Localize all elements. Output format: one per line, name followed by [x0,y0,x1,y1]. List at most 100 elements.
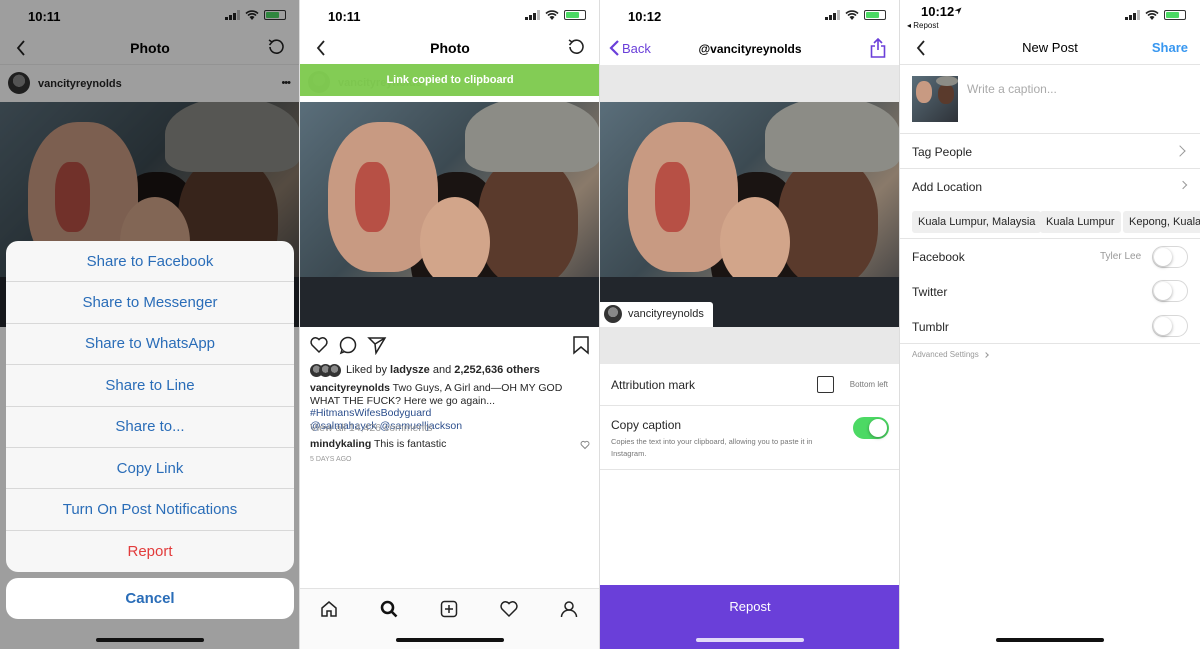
profile-icon[interactable] [559,599,579,619]
attribution-position[interactable]: Bottom left [850,380,888,389]
post-notifications-button[interactable]: Turn On Post Notifications [6,489,294,531]
panel-share-sheet: 10:11 Photo vancityreynolds ••• Share to… [0,0,300,649]
add-location-label[interactable]: Add Location [912,180,982,194]
bookmark-icon[interactable] [572,335,590,355]
like-heart-icon[interactable] [309,335,329,355]
attribution-row: Attribution mark Bottom left [600,364,900,406]
facebook-label: Facebook [912,250,965,264]
chevron-right-icon [1174,145,1186,157]
hashtag-link[interactable]: #HitmansWifesBodyguard [310,407,431,419]
share-to-button[interactable]: Share to... [6,407,294,448]
copy-caption-toggle[interactable] [853,417,889,439]
comment-icon[interactable] [338,335,358,355]
copy-caption-description: Copies the text into your clipboard, all… [611,437,813,458]
facebook-toggle[interactable] [1152,246,1188,268]
likes-line: Liked by ladysze and 2,252,636 others [346,364,540,376]
home-indicator[interactable] [396,638,504,642]
repost-preview-photo [600,102,900,327]
liker-username[interactable]: ladysze [390,364,430,376]
panel-repost-options: 10:12 Back @vancityreynolds vancityreyno… [600,0,900,649]
advanced-settings-label: Advanced Settings [912,350,979,359]
tumblr-toggle[interactable] [1152,315,1188,337]
home-indicator[interactable] [696,638,804,642]
post-photo[interactable] [300,102,600,327]
location-arrow-icon [954,7,962,15]
status-time: 10:12 [921,4,955,19]
wifi-icon [845,10,859,20]
share-targets: Facebook Tyler Lee Twitter Tumblr [900,239,1200,344]
share-facebook-button[interactable]: Share to Facebook [6,241,294,283]
chevron-right-icon [982,351,989,358]
wifi-icon [545,10,559,20]
copy-caption-row: Copy caption Copies the text into your c… [600,406,900,470]
cancel-button[interactable]: Cancel [6,578,294,619]
share-messenger-button[interactable]: Share to Messenger [6,282,294,324]
panel-post-view: 10:11 Photo vancityreynolds Link copied … [300,0,600,649]
attribution-mark: vancityreynolds [600,302,713,327]
attribution-username: vancityreynolds [628,308,704,320]
activity-heart-icon[interactable] [499,599,519,619]
copy-caption-label: Copy caption [611,418,682,432]
comment-line: mindykaling This is fantastic [310,438,447,450]
view-comments-link[interactable]: View all 14,426 comments [310,422,432,434]
status-time: 10:12 [628,9,662,24]
back-to-app[interactable]: ◂ Repost [907,21,939,30]
advanced-settings-link[interactable]: Advanced Settings [912,350,989,359]
liker-avatars [310,364,341,377]
signal-icon [825,10,840,20]
tumblr-label: Tumblr [912,320,949,334]
twitter-toggle[interactable] [1152,280,1188,302]
nav-bar: Photo [300,34,600,64]
share-whatsapp-button[interactable]: Share to WhatsApp [6,324,294,366]
add-post-icon[interactable] [439,599,459,619]
location-chip[interactable]: Kuala Lumpur, Malaysia [912,211,1042,233]
status-bar: 10:11 [300,0,600,34]
signal-icon [525,10,540,20]
comment-username[interactable]: mindykaling [310,438,371,450]
report-button[interactable]: Report [6,531,294,572]
chevron-right-icon [1178,180,1188,190]
panel-divider [299,0,300,649]
location-chip[interactable]: Kuala Lumpur [1040,211,1121,233]
battery-icon [1164,10,1186,20]
tag-people-label: Tag People [912,145,973,159]
home-indicator[interactable] [996,638,1104,642]
photo-top-pad [600,65,900,102]
post-thumbnail [912,76,958,122]
caption-username[interactable]: vancityreynolds [310,382,390,394]
action-sheet: Share to Facebook Share to Messenger Sha… [6,241,294,572]
share-line-button[interactable]: Share to Line [6,365,294,407]
home-indicator[interactable] [96,638,204,642]
wifi-icon [1145,10,1159,20]
attribution-avatar [604,305,622,323]
caption-input[interactable]: Write a caption... [967,82,1057,96]
page-title: Photo [430,40,470,56]
tag-people-row[interactable]: Tag People [900,134,1200,169]
panel-divider [899,0,900,649]
nav-bar: New Post Share [900,34,1200,65]
status-time: 10:11 [328,9,361,24]
page-title: @vancityreynolds [698,42,802,56]
copy-link-button[interactable]: Copy Link [6,448,294,490]
send-icon[interactable] [367,335,387,355]
status-bar: 10:12 [600,0,900,34]
photo-bottom-pad [600,327,900,364]
nav-bar: Back @vancityreynolds [600,34,900,64]
share-icon[interactable] [870,38,886,58]
attribution-label: Attribution mark [611,378,696,392]
share-button[interactable]: Share [1152,40,1188,55]
status-bar: 10:12 ◂ Repost [900,0,1200,34]
attribution-checkbox[interactable] [817,376,834,393]
search-icon[interactable] [379,599,399,619]
likes-count[interactable]: 2,252,636 others [454,364,540,376]
home-icon[interactable] [319,599,339,619]
refresh-icon[interactable] [566,37,586,57]
location-chip[interactable]: Kepong, Kuala [1123,211,1200,233]
panel-new-post: 10:12 ◂ Repost New Post Share Write a ca… [900,0,1200,649]
twitter-label: Twitter [912,285,948,299]
battery-icon [864,10,886,20]
panel-divider [599,0,600,649]
toast-banner: Link copied to clipboard [300,64,600,96]
facebook-account: Tyler Lee [1100,251,1142,262]
comment-like-heart-icon[interactable] [580,440,590,450]
